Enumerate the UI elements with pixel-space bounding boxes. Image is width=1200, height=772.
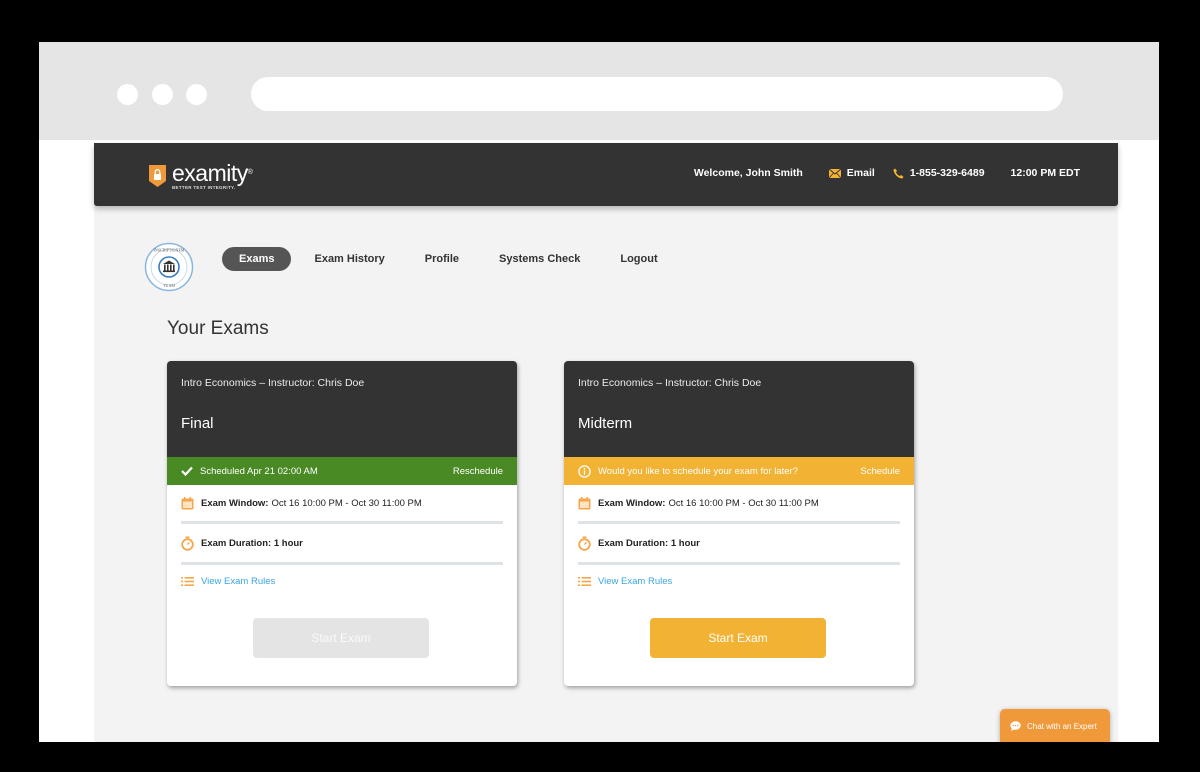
exam-window-row: Exam Window: Oct 16 10:00 PM - Oct 30 11… (181, 485, 503, 524)
stopwatch-icon (578, 536, 591, 551)
svg-text:TUAM: TUAM (163, 283, 175, 288)
browser-window: examity® BETTER TEST INTEGRITY. Welcome,… (39, 42, 1159, 742)
reschedule-link[interactable]: Reschedule (453, 466, 503, 477)
lock-shield-icon (149, 165, 166, 187)
examity-logo[interactable]: examity® BETTER TEST INTEGRITY. (149, 160, 253, 190)
exam-name: Final (181, 415, 214, 432)
exam-card-midterm: Intro Economics – Instructor: Chris Doe … (564, 361, 914, 686)
exam-name: Midterm (578, 415, 633, 432)
stopwatch-icon (181, 536, 194, 551)
course-name: Intro Economics – Instructor: Chris Doe (181, 377, 365, 389)
schedule-prompt-text: Would you like to schedule your exam for… (598, 465, 798, 477)
exam-card-final: Intro Economics – Instructor: Chris Doe … (167, 361, 517, 686)
window-dot-maximize[interactable] (186, 84, 207, 105)
exam-duration: Exam Duration: 1 hour (201, 538, 303, 549)
nav-item-profile[interactable]: Profile (408, 247, 476, 271)
window-dot-close[interactable] (117, 84, 138, 105)
view-exam-rules-link[interactable]: View Exam Rules (578, 565, 900, 598)
welcome-text: Welcome, John Smith (693, 167, 803, 179)
current-time: 12:00 PM EDT (1010, 167, 1080, 179)
list-icon (578, 577, 591, 586)
course-name: Intro Economics – Instructor: Chris Doe (578, 377, 762, 389)
email-link[interactable]: Email (828, 167, 875, 179)
calendar-icon (181, 497, 194, 510)
exam-window-value: Oct 16 10:00 PM - Oct 30 11:00 PM (271, 498, 422, 509)
svg-text:INSCRIPTIONEM: INSCRIPTIONEM (154, 248, 185, 253)
page: examity® BETTER TEST INTEGRITY. Welcome,… (94, 143, 1118, 742)
envelope-icon (828, 168, 841, 178)
chat-with-expert-button[interactable]: Chat with an Expert (1000, 709, 1110, 742)
nav-item-systems-check[interactable]: Systems Check (482, 247, 597, 271)
phone-link[interactable]: 1-855-329-6489 (893, 167, 985, 179)
top-bar: examity® BETTER TEST INTEGRITY. Welcome,… (94, 143, 1118, 206)
nav-item-logout[interactable]: Logout (603, 247, 674, 271)
brand-name: examity® (172, 160, 253, 186)
nav-item-exam-history[interactable]: Exam History (297, 247, 401, 271)
view-exam-rules-link[interactable]: View Exam Rules (181, 565, 503, 598)
window-dot-minimize[interactable] (152, 84, 173, 105)
exam-duration-row: Exam Duration: 1 hour (578, 524, 900, 565)
nav-item-exams[interactable]: Exams (222, 247, 292, 271)
schedule-link[interactable]: Schedule (860, 466, 900, 477)
list-icon (181, 577, 194, 586)
address-bar[interactable] (251, 77, 1063, 111)
email-label: Email (846, 167, 875, 179)
exam-duration-row: Exam Duration: 1 hour (181, 524, 503, 565)
exam-window-label: Exam Window: (598, 498, 666, 509)
phone-icon (893, 168, 904, 178)
exam-window-value: Oct 16 10:00 PM - Oct 30 11:00 PM (668, 498, 819, 509)
schedule-prompt-banner: Would you like to schedule your exam for… (564, 457, 914, 485)
scheduled-banner: Scheduled Apr 21 02:00 AM Reschedule (167, 457, 517, 485)
institution-seal-icon: INSCRIPTIONEM TUAM (144, 242, 194, 292)
exam-window-label: Exam Window: (201, 498, 269, 509)
start-exam-button-disabled[interactable]: Start Exam (253, 618, 429, 658)
info-icon (578, 464, 591, 478)
exam-window-row: Exam Window: Oct 16 10:00 PM - Oct 30 11… (578, 485, 900, 524)
view-exam-rules-label: View Exam Rules (201, 576, 276, 587)
page-title: Your Exams (167, 318, 269, 339)
view-exam-rules-label: View Exam Rules (598, 576, 673, 587)
chat-bubble-icon (1010, 721, 1021, 731)
card-header: Intro Economics – Instructor: Chris Doe … (167, 361, 517, 457)
scheduled-text: Scheduled Apr 21 02:00 AM (200, 465, 318, 477)
check-icon (181, 466, 193, 476)
start-exam-button[interactable]: Start Exam (650, 618, 826, 658)
browser-chrome (39, 42, 1159, 140)
header-info: Welcome, John Smith Email 1-855-329-6489 (668, 167, 1080, 179)
chat-label: Chat with an Expert (1027, 721, 1097, 731)
calendar-icon (578, 497, 591, 510)
card-header: Intro Economics – Instructor: Chris Doe … (564, 361, 914, 457)
phone-number: 1-855-329-6489 (909, 167, 985, 179)
exam-duration: Exam Duration: 1 hour (598, 538, 700, 549)
main-nav: INSCRIPTIONEM TUAM Exams Exam History Pr… (144, 234, 681, 292)
